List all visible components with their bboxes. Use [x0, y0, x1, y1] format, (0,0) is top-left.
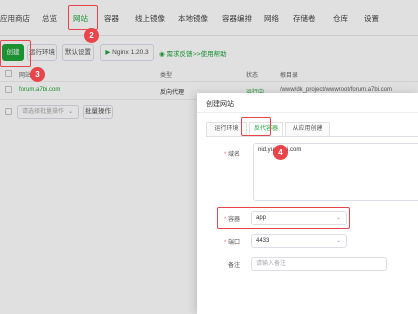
highlight-nav-websites — [68, 5, 98, 30]
highlight-container — [217, 207, 350, 229]
remark-label: 备注 — [227, 263, 240, 269]
tabs-underline — [206, 136, 418, 137]
port-select[interactable]: 4433 ⌄ — [251, 234, 347, 248]
port-value: 4433 — [256, 238, 270, 244]
step-4-badge: 4 — [273, 145, 288, 160]
highlight-create-button — [0, 40, 31, 67]
create-site-modal: 创建网站 运行环境 反代容器 从应用创建 — [197, 93, 418, 314]
step-3-badge: 3 — [30, 67, 45, 82]
port-label: * 端口 — [223, 240, 240, 246]
remark-input[interactable]: 请输入备注 — [251, 257, 387, 271]
modal-title: 创建网站 — [206, 101, 234, 108]
modal-divider — [197, 112, 418, 113]
step-2-badge: 2 — [84, 28, 99, 43]
tab-from-app[interactable]: 从应用创建 — [285, 122, 330, 137]
highlight-proxy-tab — [241, 117, 271, 136]
domain-label: * 域名 — [223, 152, 240, 158]
chevron-down-icon: ⌄ — [335, 238, 341, 244]
